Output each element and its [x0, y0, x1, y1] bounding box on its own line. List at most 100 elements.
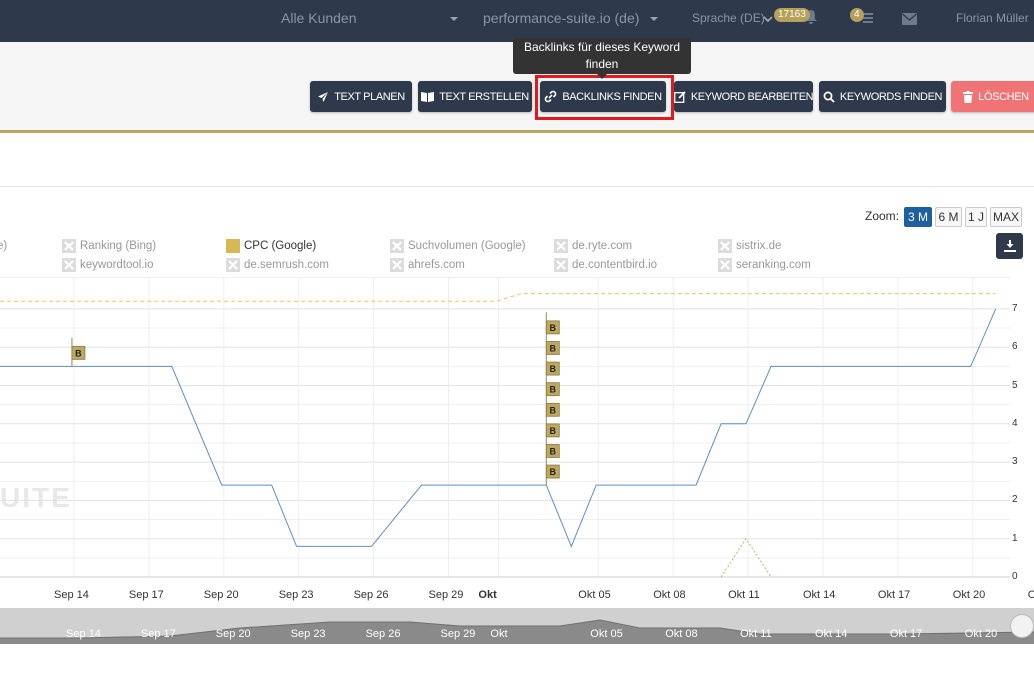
disabled-x-icon — [718, 258, 732, 272]
y-tick-label: 7 — [1012, 302, 1018, 314]
trash-icon — [963, 90, 974, 103]
navigator-tick-label: Sep 23 — [290, 628, 326, 640]
legend-item[interactable]: de.ryte.com — [554, 239, 632, 253]
navigator-tick-label: Sep 29 — [440, 628, 476, 640]
highlight-frame — [535, 75, 674, 120]
y-tick-label: 5 — [1012, 379, 1018, 391]
project-selector-label: performance-suite.io (de) — [483, 10, 640, 26]
x-tick-label: Sep 23 — [278, 589, 314, 601]
navigator-tick-label: Okt — [490, 628, 508, 640]
download-button[interactable] — [996, 233, 1023, 259]
language-selector-label: Sprache (DE) — [692, 11, 765, 25]
legend-item[interactable]: keywordtool.io — [62, 258, 154, 272]
backlink-flag-label: B — [550, 426, 557, 436]
ranking-chart: BBBBBBBBB — [0, 277, 1010, 578]
chevron-down-icon[interactable] — [450, 0, 458, 42]
disabled-x-icon — [390, 258, 404, 272]
legend-color-swatch — [226, 239, 240, 253]
y-tick-label: 1 — [1012, 532, 1018, 544]
plan-text-button[interactable]: TEXT PLANEN — [310, 81, 412, 112]
chevron-down-icon[interactable] — [763, 0, 773, 42]
x-tick-label: Okt 05 — [578, 589, 611, 601]
navigator-tick-label: Okt 17 — [889, 628, 923, 640]
customer-selector[interactable]: Alle Kunden — [281, 0, 357, 42]
zoom-6m-button[interactable]: 6 M — [935, 207, 962, 227]
top-navigation-bar: Alle Kunden performance-suite.io (de) Sp… — [0, 0, 1034, 42]
plan-text-label: TEXT PLANEN — [334, 90, 405, 103]
navigator-tick-label: Sep 14 — [66, 628, 101, 640]
backlink-flag-label: B — [550, 343, 557, 353]
envelope-icon[interactable] — [902, 2, 917, 44]
customer-selector-label: Alle Kunden — [281, 10, 357, 26]
user-menu[interactable]: Florian Müller — [956, 0, 1029, 42]
backlink-flag-label: B — [550, 323, 557, 333]
x-tick-label: Okt 14 — [803, 589, 836, 601]
navigator-tick-label: Sep 26 — [365, 628, 401, 640]
legend-item[interactable]: CPC (Google) — [226, 239, 316, 253]
legend-label: keywordtool.io — [80, 259, 154, 271]
legend-label: de.semrush.com — [244, 259, 330, 271]
backlink-flag-label: B — [75, 348, 82, 358]
x-tick-label: Sep 14 — [54, 589, 89, 601]
delete-button[interactable]: LÖSCHEN — [951, 81, 1034, 112]
x-tick-label: Okt 20 — [952, 589, 986, 601]
search-icon — [823, 91, 835, 103]
navigator-tick-label: Okt 20 — [964, 628, 998, 640]
navigator-tick-label: Okt 14 — [815, 628, 848, 640]
x-tick-label: Sep 17 — [128, 589, 164, 601]
legend-label: de.contentbird.io — [572, 259, 658, 271]
create-text-button[interactable]: TEXT ERSTELLEN — [418, 81, 532, 112]
find-keywords-button[interactable]: KEYWORDS FINDEN — [819, 81, 946, 112]
y-tick-label: 2 — [1012, 494, 1018, 506]
x-tick-label: Okt — [478, 589, 497, 601]
y-tick-label: 4 — [1012, 417, 1018, 429]
y-tick-label: 0 — [1012, 571, 1018, 582]
navigator-tick-label: Sep 17 — [140, 628, 176, 640]
notification-count-badge: 17163 — [774, 8, 810, 22]
x-tick-label: Sep 20 — [203, 589, 239, 601]
chevron-down-icon[interactable] — [650, 0, 658, 42]
legend-label: Ranking (Bing) — [80, 240, 157, 252]
download-icon — [1003, 240, 1016, 252]
backlink-flag-label: B — [550, 467, 557, 477]
legend-label: sistrix.de — [736, 240, 782, 252]
language-selector[interactable]: Sprache (DE) — [692, 0, 765, 42]
x-tick-label: Sep 29 — [428, 589, 464, 601]
tooltip-text: Backlinks für dieses Keyword finden — [523, 40, 681, 71]
legend-label: seranking.com — [736, 259, 811, 271]
legend-item[interactable]: gle) — [0, 239, 7, 253]
x-tick-label: Okt 17 — [877, 589, 911, 601]
legend-item[interactable]: de.contentbird.io — [554, 258, 657, 272]
backlink-flag-label: B — [550, 405, 557, 415]
paper-plane-icon — [318, 91, 329, 102]
legend-item[interactable]: sistrix.de — [718, 239, 781, 253]
navigator-tick-label: Okt 05 — [590, 628, 623, 640]
disabled-x-icon — [62, 239, 76, 253]
legend-item[interactable]: Ranking (Bing) — [62, 239, 156, 253]
legend-label: gle) — [0, 240, 8, 252]
legend-item[interactable]: seranking.com — [718, 258, 811, 272]
legend-label: CPC (Google) — [244, 240, 317, 252]
backlink-flag-label: B — [550, 364, 557, 374]
disabled-x-icon — [62, 258, 76, 272]
x-tick-label: Sep 26 — [353, 589, 389, 601]
disabled-x-icon — [226, 258, 240, 272]
edit-keyword-button[interactable]: KEYWORD BEARBEITEN — [673, 81, 814, 112]
legend-item[interactable]: ahrefs.com — [390, 258, 465, 272]
find-keywords-label: KEYWORDS FINDEN — [839, 90, 943, 103]
divider — [0, 186, 1034, 187]
legend-item[interactable]: Suchvolumen (Google) — [390, 239, 526, 253]
legend-label: Suchvolumen (Google) — [408, 240, 526, 252]
legend-item[interactable]: de.semrush.com — [226, 258, 329, 272]
zoom-1j-button[interactable]: 1 J — [965, 207, 987, 227]
create-text-label: TEXT ERSTELLEN — [439, 90, 529, 103]
disabled-x-icon — [554, 258, 568, 272]
zoom-max-button[interactable]: MAX — [990, 207, 1022, 227]
disabled-x-icon — [554, 239, 568, 253]
zoom-3m-button[interactable]: 3 M — [904, 207, 932, 227]
navigator-handle[interactable] — [1010, 614, 1034, 638]
backlink-flag-label: B — [550, 446, 557, 456]
edit-keyword-label: KEYWORD BEARBEITEN — [690, 90, 814, 103]
project-selector[interactable]: performance-suite.io (de) — [483, 0, 639, 42]
navigator-tick-label: Okt 08 — [665, 628, 698, 640]
